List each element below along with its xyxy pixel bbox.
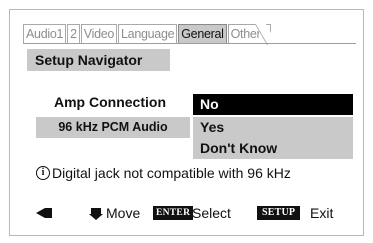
info-message: i Digital jack not compatible with 96 kH… <box>36 165 291 181</box>
down-arrow-icon <box>89 208 103 220</box>
tab-audio2[interactable]: 2 <box>67 24 80 44</box>
option-yes[interactable]: Yes <box>193 117 353 138</box>
info-text: Digital jack not compatible with 96 kHz <box>52 165 291 181</box>
tab-bar: Audio1 2 Video Language General Other <box>23 22 272 44</box>
enter-key-icon: ENTER <box>153 206 194 220</box>
tab-audio1[interactable]: Audio1 <box>23 24 67 44</box>
select-label: Select <box>192 205 231 221</box>
tab-video[interactable]: Video <box>80 24 118 44</box>
tab-general[interactable]: General <box>178 24 227 44</box>
option-dont-know[interactable]: Don't Know <box>193 138 353 159</box>
exit-label: Exit <box>310 205 334 221</box>
setting-label: Amp Connection <box>54 94 166 110</box>
tab-other[interactable]: Other <box>227 24 272 44</box>
setup-key-icon: SETUP <box>257 206 301 220</box>
move-label: Move <box>106 205 141 221</box>
setting-sub-label: 96 kHz PCM Audio <box>36 117 190 138</box>
back-arrow-icon <box>36 208 52 218</box>
info-icon: i <box>36 166 50 180</box>
tab-language[interactable]: Language <box>118 24 178 44</box>
page-title: Setup Navigator <box>27 49 170 71</box>
option-no[interactable]: No <box>193 94 353 115</box>
tab-divider <box>23 43 356 44</box>
